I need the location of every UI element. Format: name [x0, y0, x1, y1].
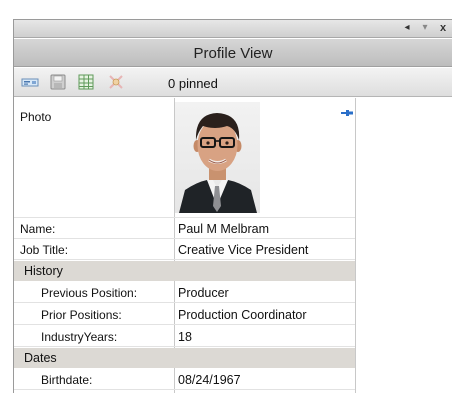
photo-label: Photo: [20, 110, 52, 124]
dates-label: Dates: [24, 351, 57, 365]
job-title-value[interactable]: Creative Vice President: [178, 243, 308, 257]
industry-years-label: IndustryYears:: [41, 330, 118, 344]
property-grid: Photo Name: Paul M Melbram Job Title: Cr…: [14, 98, 356, 393]
birthdate-value[interactable]: 08/24/1967: [178, 373, 241, 387]
category-history[interactable]: History: [14, 261, 355, 281]
card-icon[interactable]: [21, 74, 39, 90]
photo-row: Photo: [14, 98, 355, 218]
job-title-label: Job Title:: [20, 243, 69, 257]
pin-icon[interactable]: [341, 109, 353, 117]
birthdate-label: Birthdate:: [41, 373, 93, 387]
industry-years-row: IndustryYears: 18: [14, 326, 355, 347]
industry-years-value[interactable]: 18: [178, 330, 192, 344]
save-icon[interactable]: [49, 74, 67, 90]
profile-photo: [175, 102, 260, 213]
header-bar: Profile View: [14, 39, 452, 67]
category-dates[interactable]: Dates: [14, 348, 355, 368]
pane-title-bar: ◂ ▾ x: [14, 20, 452, 38]
prior-positions-value[interactable]: Production Coordinator: [178, 308, 307, 322]
page-title: Profile View: [193, 45, 273, 62]
previous-position-row: Previous Position: Producer: [14, 282, 355, 303]
scroll-left-icon[interactable]: ◂: [402, 22, 412, 34]
previous-position-value[interactable]: Producer: [178, 286, 229, 300]
previous-position-label: Previous Position:: [41, 286, 138, 300]
name-row: Name: Paul M Melbram: [14, 218, 355, 239]
prior-positions-label: Prior Positions:: [41, 308, 122, 322]
toolbar: 0 pinned: [14, 68, 452, 97]
history-label: History: [24, 264, 63, 278]
job-title-row: Job Title: Creative Vice President: [14, 239, 355, 260]
name-label: Name:: [20, 222, 56, 236]
dropdown-icon[interactable]: ▾: [420, 22, 430, 34]
close-icon[interactable]: x: [438, 22, 448, 34]
grid-icon[interactable]: [77, 74, 95, 90]
name-value[interactable]: Paul M Melbram: [178, 222, 269, 236]
pinned-count: 0 pinned: [168, 76, 218, 91]
profile-view-pane: ◂ ▾ x Profile View 0 pinned Photo Name: …: [13, 19, 452, 393]
prior-positions-row: Prior Positions: Production Coordinator: [14, 304, 355, 325]
clear-pins-icon[interactable]: [107, 74, 125, 90]
birthdate-row: Birthdate: 08/24/1967: [14, 369, 355, 390]
